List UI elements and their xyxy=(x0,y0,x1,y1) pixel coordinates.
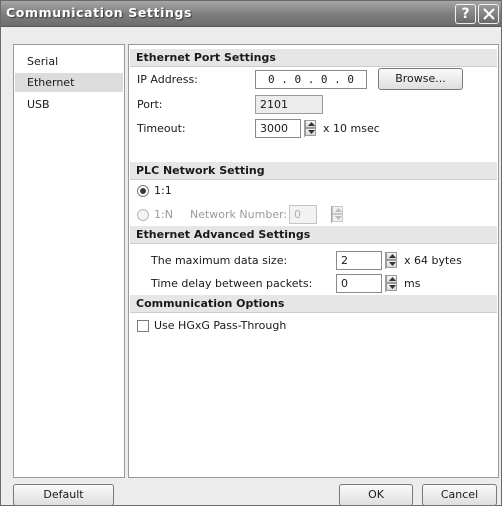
network-number-label: Network Number: xyxy=(190,208,288,221)
timeout-unit: x 10 msec xyxy=(323,122,380,135)
timeout-label: Timeout: xyxy=(137,122,186,135)
hgxg-pass-through-label: Use HGxG Pass-Through xyxy=(154,319,287,332)
arrow-down-icon xyxy=(308,130,315,134)
close-button[interactable] xyxy=(478,4,499,24)
category-label: Ethernet xyxy=(27,76,75,89)
network-number-field[interactable]: 0 xyxy=(289,205,317,224)
cancel-label: Cancel xyxy=(440,488,479,501)
ok-label: OK xyxy=(368,488,384,501)
communication-settings-dialog: Communication Settings ? Serial Ethernet… xyxy=(0,0,502,506)
stepper-down-button[interactable] xyxy=(305,128,316,136)
help-button[interactable]: ? xyxy=(455,4,476,24)
ok-button[interactable]: OK xyxy=(339,484,413,506)
category-ethernet[interactable]: Ethernet xyxy=(15,73,123,92)
close-icon xyxy=(483,8,495,20)
timeout-stepper[interactable] xyxy=(304,120,316,137)
default-label: Default xyxy=(43,488,84,501)
title-bar[interactable]: Communication Settings ? xyxy=(1,1,501,27)
network-number-stepper[interactable] xyxy=(331,206,343,223)
section-ethernet-advanced: Ethernet Advanced Settings xyxy=(130,226,497,244)
arrow-down-icon xyxy=(389,262,396,266)
max-data-size-field[interactable]: 2 xyxy=(336,251,382,270)
arrow-up-icon xyxy=(389,254,396,258)
category-serial[interactable]: Serial xyxy=(15,52,123,71)
cancel-button[interactable]: Cancel xyxy=(422,484,497,506)
arrow-up-icon xyxy=(335,208,342,212)
category-usb[interactable]: USB xyxy=(15,95,123,114)
section-ethernet-port: Ethernet Port Settings xyxy=(130,49,497,67)
browse-button[interactable]: Browse... xyxy=(378,68,463,90)
max-data-size-unit: x 64 bytes xyxy=(404,254,462,267)
stepper-up-button[interactable] xyxy=(386,275,397,283)
category-list: Serial Ethernet USB xyxy=(13,44,125,478)
port-label: Port: xyxy=(137,98,163,111)
stepper-down-button[interactable] xyxy=(386,283,397,291)
max-data-size-stepper[interactable] xyxy=(385,252,397,269)
time-delay-label: Time delay between packets: xyxy=(151,277,313,290)
arrow-down-icon xyxy=(389,285,396,289)
ip-address-field[interactable]: 0 . 0 . 0 . 0 xyxy=(255,70,367,89)
browse-label: Browse... xyxy=(395,72,446,85)
stepper-down-button[interactable] xyxy=(332,214,343,222)
ip-address-label: IP Address: xyxy=(137,73,198,86)
category-label: USB xyxy=(27,98,50,111)
section-communication-options: Communication Options xyxy=(130,295,497,313)
port-field[interactable]: 2101 xyxy=(255,95,323,114)
category-label: Serial xyxy=(27,55,59,68)
help-icon: ? xyxy=(461,6,470,22)
radio-1-n[interactable] xyxy=(137,209,149,221)
radio-1-1-label: 1:1 xyxy=(154,184,172,197)
dialog-title: Communication Settings xyxy=(6,5,193,20)
arrow-up-icon xyxy=(308,122,315,126)
stepper-up-button[interactable] xyxy=(332,206,343,214)
time-delay-unit: ms xyxy=(404,277,421,290)
arrow-up-icon xyxy=(389,277,396,281)
hgxg-pass-through-checkbox[interactable] xyxy=(137,320,149,332)
timeout-field[interactable]: 3000 xyxy=(255,119,301,138)
default-button[interactable]: Default xyxy=(13,484,114,506)
stepper-up-button[interactable] xyxy=(305,120,316,128)
max-data-size-label: The maximum data size: xyxy=(151,254,288,267)
arrow-down-icon xyxy=(335,216,342,220)
settings-panel: Ethernet Port Settings IP Address: 0 . 0… xyxy=(128,44,499,478)
section-plc-network: PLC Network Setting xyxy=(130,162,497,180)
stepper-down-button[interactable] xyxy=(386,260,397,268)
time-delay-stepper[interactable] xyxy=(385,275,397,292)
time-delay-field[interactable]: 0 xyxy=(336,274,382,293)
radio-1-n-label: 1:N xyxy=(154,208,173,221)
stepper-up-button[interactable] xyxy=(386,252,397,260)
radio-1-1[interactable] xyxy=(137,185,149,197)
